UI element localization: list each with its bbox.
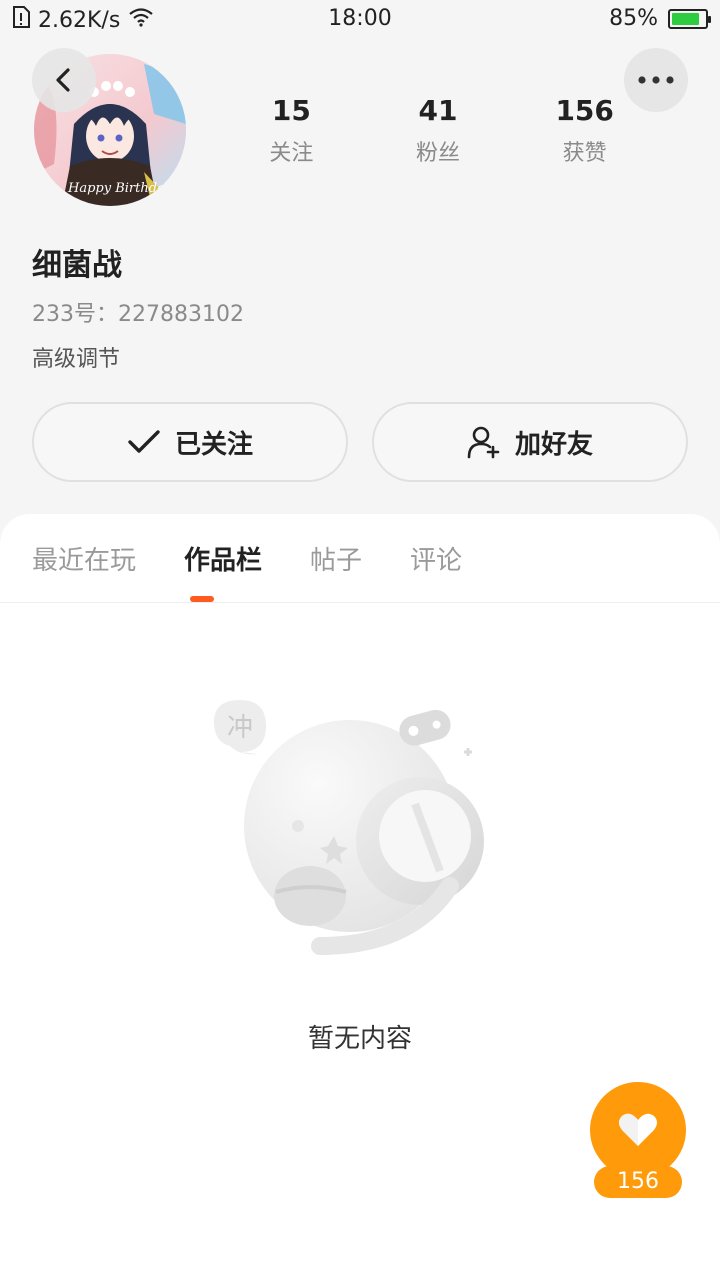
following-button-label: 已关注 xyxy=(174,429,253,460)
empty-state-illustration: 冲 xyxy=(214,700,484,955)
bubble-text: 冲 xyxy=(227,713,253,743)
heart-icon xyxy=(619,1113,657,1146)
add-user-icon xyxy=(467,426,500,459)
stat-followers[interactable]: 41 粉丝 xyxy=(365,94,512,167)
stat-value: 15 xyxy=(271,94,311,127)
like-count-badge: 156 xyxy=(594,1166,682,1198)
stat-label: 粉丝 xyxy=(416,141,461,166)
add-friend-button[interactable]: 加好友 xyxy=(372,402,688,482)
tab-comments[interactable]: 评论 xyxy=(410,540,462,577)
stat-value: 156 xyxy=(555,94,614,127)
stat-value: 41 xyxy=(418,94,458,127)
battery-fill xyxy=(672,12,700,25)
stat-following[interactable]: 15 关注 xyxy=(218,94,365,167)
more-horizontal-icon xyxy=(638,76,674,84)
battery-icon xyxy=(668,8,711,29)
status-bar: 2.62K/s 18:00 85% xyxy=(0,0,720,40)
chevron-left-icon xyxy=(56,68,70,92)
stat-likes[interactable]: 156 获赞 xyxy=(511,94,658,167)
following-button[interactable]: 已关注 xyxy=(32,402,348,482)
back-button[interactable] xyxy=(32,48,96,112)
profile-page: 2.62K/s 18:00 85% Happy Birthday 15 关注 4… xyxy=(0,0,720,1280)
avatar-caption: Happy Birthday xyxy=(67,181,173,196)
user-bio: 高级调节 xyxy=(32,347,121,372)
profile-tabs: 最近在玩 作品栏 帖子 评论 xyxy=(32,540,462,577)
battery-percent: 85% xyxy=(609,6,658,31)
tab-works[interactable]: 作品栏 xyxy=(184,540,262,577)
user-id: 233号：227883102 xyxy=(32,302,244,327)
stat-label: 关注 xyxy=(269,141,314,166)
add-friend-button-label: 加好友 xyxy=(514,429,593,460)
tab-recently-played[interactable]: 最近在玩 xyxy=(32,540,136,577)
profile-stats: 15 关注 41 粉丝 156 获赞 xyxy=(218,94,658,167)
tabs-divider xyxy=(0,602,720,603)
empty-state-message: 暂无内容 xyxy=(307,1024,412,1054)
stat-label: 获赞 xyxy=(562,141,607,166)
checkmark-icon xyxy=(128,430,160,453)
tab-posts[interactable]: 帖子 xyxy=(310,540,362,577)
like-button[interactable] xyxy=(590,1082,686,1178)
username: 细菌战 xyxy=(32,248,122,283)
